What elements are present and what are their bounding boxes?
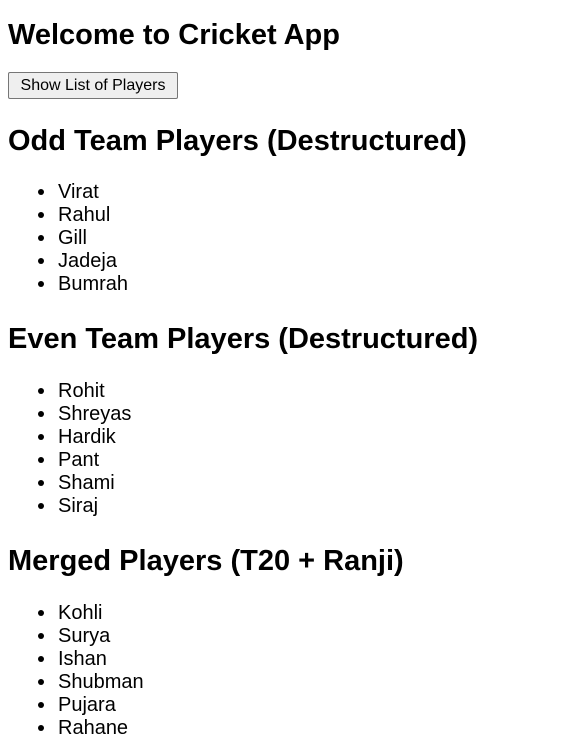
even-team-player-item: Siraj — [38, 495, 575, 518]
app-title: Welcome to Cricket App — [8, 19, 340, 51]
odd-team-player-item: Jadeja — [38, 250, 575, 273]
merged-player-item: Shubman — [38, 671, 575, 694]
merged-player-item: Ishan — [38, 648, 575, 671]
merged-player-item: Kohli — [38, 602, 575, 625]
merged-player-item: Rahane — [38, 717, 575, 740]
odd-team-heading: Odd Team Players (Destructured) — [8, 125, 467, 157]
odd-team-player-item: Virat — [38, 181, 575, 204]
odd-team-player-item: Rahul — [38, 204, 575, 227]
odd-team-player-list: Virat Rahul Gill Jadeja Bumrah — [0, 181, 575, 296]
even-team-player-item: Hardik — [38, 426, 575, 449]
even-team-player-item: Shami — [38, 472, 575, 495]
merged-player-list: Kohli Surya Ishan Shubman Pujara Rahane — [0, 602, 575, 740]
odd-team-player-item: Bumrah — [38, 273, 575, 296]
merged-player-item: Surya — [38, 625, 575, 648]
even-team-heading: Even Team Players (Destructured) — [8, 323, 479, 355]
even-team-player-item: Shreyas — [38, 403, 575, 426]
cricket-app-page: Welcome to Cricket App Show List of Play… — [0, 0, 575, 744]
odd-team-player-item: Gill — [38, 227, 575, 250]
even-team-player-list: Rohit Shreyas Hardik Pant Shami Siraj — [0, 380, 575, 518]
even-team-player-item: Rohit — [38, 380, 575, 403]
merged-player-item: Pujara — [38, 694, 575, 717]
show-list-of-players-button[interactable]: Show List of Players — [8, 72, 178, 99]
merged-players-heading: Merged Players (T20 + Ranji) — [8, 545, 404, 577]
even-team-player-item: Pant — [38, 449, 575, 472]
